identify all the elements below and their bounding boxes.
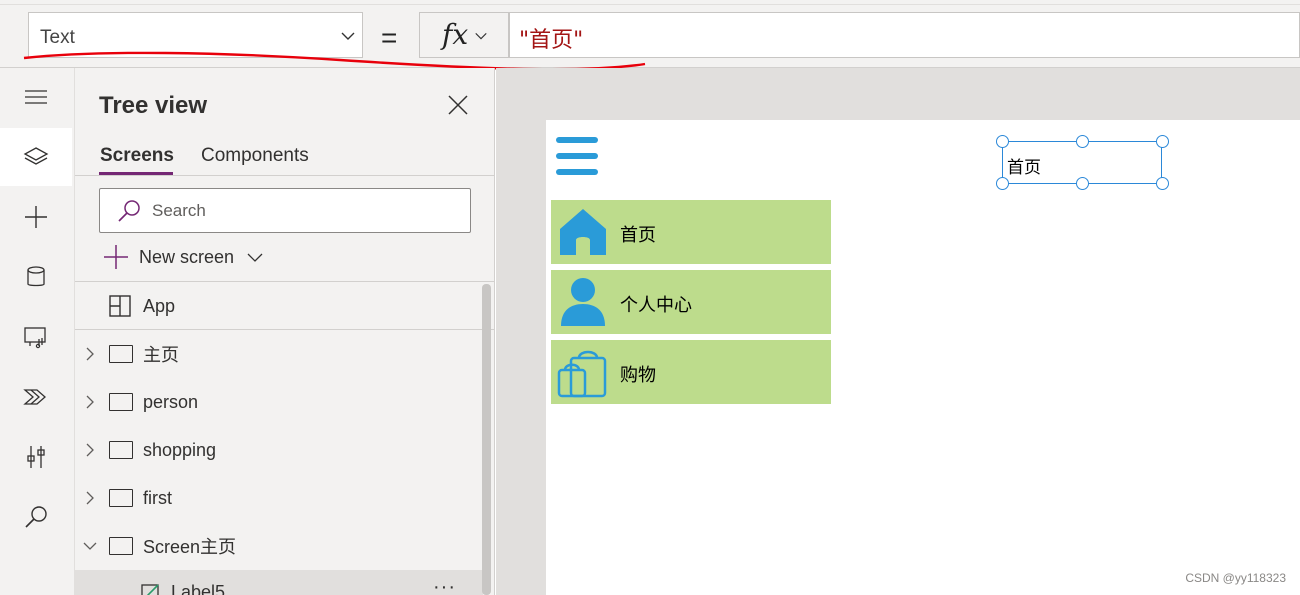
tools-icon: [27, 446, 45, 468]
tools-button[interactable]: [0, 428, 72, 486]
tree-item-screen[interactable]: first: [75, 474, 483, 522]
shopping-bag-icon: [557, 350, 607, 398]
formula-text: "首页": [519, 28, 584, 53]
label-text: 首页: [1007, 158, 1041, 178]
chevron-right-icon[interactable]: [83, 395, 97, 409]
screen-icon: [109, 537, 133, 555]
plus-icon: [104, 245, 128, 269]
data-button[interactable]: [0, 248, 72, 306]
search-icon: [118, 200, 140, 222]
left-rail: [0, 68, 75, 595]
plus-icon: [25, 206, 47, 228]
menu-button[interactable]: [0, 68, 72, 126]
tree-item-app[interactable]: App: [75, 282, 483, 330]
menu-item-label: 个人中心: [620, 295, 692, 316]
canvas-area: 首页 首页 个人中心 购物 CSDN @yy118323: [496, 68, 1300, 595]
tree-item-screen[interactable]: Screen主页: [75, 522, 483, 570]
menu-icon: [25, 90, 47, 104]
tree-view-button[interactable]: [0, 128, 72, 186]
insert-button[interactable]: [0, 188, 72, 246]
scrollbar[interactable]: [482, 284, 491, 595]
person-icon: [561, 278, 605, 326]
menu-item-home[interactable]: 首页: [551, 200, 831, 264]
resize-handle[interactable]: [996, 177, 1009, 190]
menu-item-profile[interactable]: 个人中心: [551, 270, 831, 334]
screen-icon: [109, 393, 133, 411]
layers-icon: [23, 147, 49, 165]
tree-item-label: App: [143, 295, 176, 316]
close-icon[interactable]: [447, 94, 469, 116]
tree-item-label: shopping: [143, 439, 217, 460]
chevron-down-icon: [247, 253, 263, 262]
more-options-icon[interactable]: ···: [433, 576, 456, 595]
tab-divider: [75, 175, 495, 176]
resize-handle[interactable]: [996, 135, 1009, 148]
app-icon: [109, 295, 131, 317]
tree-item-label: person: [143, 391, 199, 412]
tree-view-panel: Tree view Screens Components New screen …: [75, 68, 495, 595]
resize-handle[interactable]: [1076, 177, 1089, 190]
screen-icon: [109, 489, 133, 507]
resize-handle[interactable]: [1076, 135, 1089, 148]
new-screen-button[interactable]: New screen: [103, 244, 264, 270]
power-automate-icon: [23, 389, 46, 405]
app-screen[interactable]: 首页 首页 个人中心 购物 CSDN @yy118323: [546, 120, 1300, 595]
tree-item-label: Label5: [171, 582, 226, 595]
media-icon: [24, 327, 46, 349]
chevron-right-icon[interactable]: [83, 491, 97, 505]
fx-button[interactable]: fx: [419, 12, 509, 58]
chevron-down-icon: [475, 32, 487, 40]
search-input[interactable]: [152, 199, 452, 223]
equals-sign: =: [381, 22, 398, 53]
resize-handle[interactable]: [1156, 177, 1169, 190]
menu-item-label: 首页: [620, 225, 656, 246]
screen-icon: [109, 441, 133, 459]
search-icon: [25, 506, 47, 528]
media-button[interactable]: [0, 308, 72, 366]
tree-item-screen[interactable]: shopping: [75, 426, 483, 474]
resize-handle[interactable]: [1156, 135, 1169, 148]
top-divider: [0, 4, 1300, 5]
watermark: CSDN @yy118323: [1185, 571, 1286, 585]
menu-item-label: 购物: [620, 365, 656, 386]
tree-item-label: first: [143, 487, 172, 508]
screen-icon: [109, 345, 133, 363]
database-icon: [27, 266, 45, 287]
search-button[interactable]: [0, 488, 72, 546]
formula-input[interactable]: "首页": [509, 12, 1300, 58]
tree-item-label: Screen主页: [143, 537, 237, 557]
home-icon: [560, 209, 606, 255]
chevron-down-icon: [341, 32, 355, 40]
search-box[interactable]: [99, 188, 471, 233]
new-screen-label: New screen: [139, 246, 235, 267]
chevron-right-icon[interactable]: [83, 347, 97, 361]
tree-item-label: 主页: [143, 345, 179, 365]
hamburger-icon[interactable]: [556, 137, 600, 179]
label-icon: [141, 584, 159, 595]
formula-bar: Text = fx "首页": [0, 0, 1300, 71]
tree-item-control[interactable]: Label5 ···: [75, 570, 483, 595]
property-value: Text: [40, 27, 75, 48]
tree-item-screen[interactable]: person: [75, 378, 483, 426]
tab-screens[interactable]: Screens: [100, 145, 174, 167]
selected-label-control[interactable]: 首页: [996, 135, 1169, 190]
chevron-right-icon[interactable]: [83, 443, 97, 457]
panel-title: Tree view: [99, 92, 208, 119]
menu-item-shopping[interactable]: 购物: [551, 340, 831, 404]
tree-item-screen[interactable]: 主页: [75, 330, 483, 378]
chevron-down-icon[interactable]: [83, 539, 97, 553]
power-automate-button[interactable]: [0, 368, 72, 426]
tab-components[interactable]: Components: [201, 145, 309, 167]
fx-label: fx: [442, 18, 469, 51]
property-dropdown[interactable]: Text: [28, 12, 363, 58]
